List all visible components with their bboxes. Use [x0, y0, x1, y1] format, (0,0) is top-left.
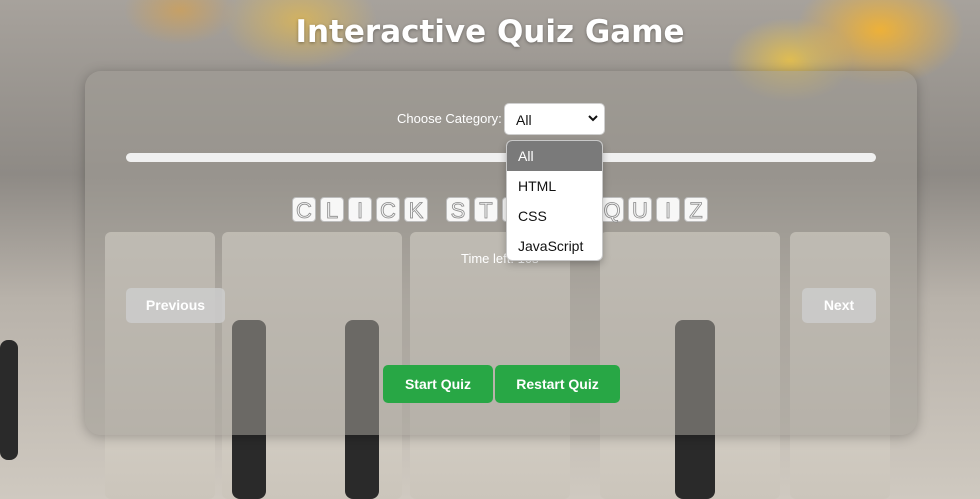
- dropdown-option-javascript[interactable]: JavaScript: [507, 231, 602, 260]
- banner-letter-tile: U: [628, 197, 652, 223]
- previous-button[interactable]: Previous: [126, 288, 225, 323]
- background-glyph: [0, 340, 18, 460]
- category-row: Choose Category: All: [0, 103, 980, 135]
- next-button[interactable]: Next: [802, 288, 876, 323]
- category-selected-value: All: [516, 112, 532, 128]
- chevron-down-icon: [588, 113, 598, 125]
- banner-letter-tile: K: [404, 197, 428, 223]
- dropdown-option-html[interactable]: HTML: [507, 171, 602, 201]
- restart-quiz-button[interactable]: Restart Quiz: [495, 365, 620, 403]
- banner-letter-tile: I: [656, 197, 680, 223]
- category-label: Choose Category:: [397, 111, 502, 126]
- banner-letter-tile: L: [320, 197, 344, 223]
- banner-letter-tile: T: [474, 197, 498, 223]
- dropdown-option-all[interactable]: All: [507, 141, 602, 171]
- banner-letter-tile: Z: [684, 197, 708, 223]
- category-dropdown-menu: All HTML CSS JavaScript: [506, 140, 603, 261]
- dropdown-option-css[interactable]: CSS: [507, 201, 602, 231]
- page-title: Interactive Quiz Game: [295, 14, 685, 50]
- start-quiz-button[interactable]: Start Quiz: [383, 365, 493, 403]
- banner-letter-tile: I: [348, 197, 372, 223]
- banner-letter-tile: S: [446, 197, 470, 223]
- banner-letter-tile: Q: [600, 197, 624, 223]
- banner-letter-tile: C: [376, 197, 400, 223]
- progress-bar: [126, 153, 876, 162]
- category-select[interactable]: All: [504, 103, 605, 135]
- banner-letter-tile: C: [292, 197, 316, 223]
